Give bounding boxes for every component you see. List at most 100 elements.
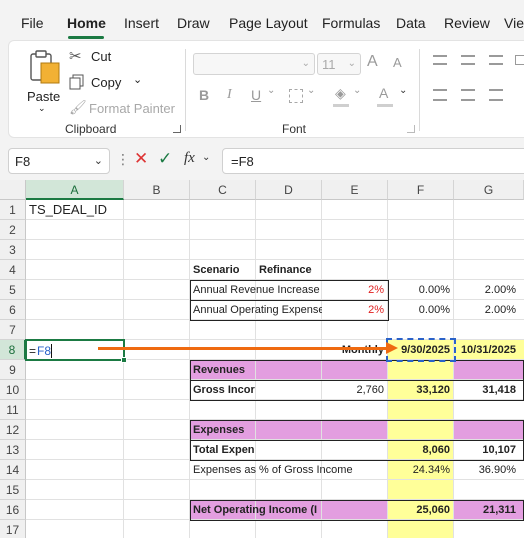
cancel-icon[interactable]: ✕ <box>134 149 148 169</box>
align-left-icon[interactable] <box>433 89 447 101</box>
row-header-10[interactable]: 10 <box>0 380 26 400</box>
cut-button[interactable]: ✂ Cut <box>69 47 159 67</box>
grow-font-icon[interactable]: A <box>367 53 378 71</box>
font-color-icon[interactable]: A <box>379 85 388 101</box>
cell-e5[interactable]: 2% <box>322 280 388 300</box>
cell-e6[interactable]: 2% <box>322 300 388 320</box>
row-header-4[interactable]: 4 <box>0 260 26 280</box>
expand-dropdown-icon[interactable]: ⌄ <box>202 152 210 163</box>
row-header-1[interactable]: 1 <box>0 200 26 220</box>
tab-insert[interactable]: Insert <box>124 15 159 31</box>
tab-page-layout[interactable]: Page Layout <box>229 15 308 31</box>
tab-formulas[interactable]: Formulas <box>322 15 380 31</box>
row-header-14[interactable]: 14 <box>0 460 26 480</box>
column-header-d[interactable]: D <box>256 180 322 200</box>
select-all-corner[interactable] <box>0 180 26 200</box>
cell-f16[interactable]: 25,060 <box>388 500 454 520</box>
align-center-icon[interactable] <box>461 89 475 101</box>
column-header-c[interactable]: C <box>190 180 256 200</box>
underline-button[interactable]: U <box>251 87 261 103</box>
row-header-17[interactable]: 17 <box>0 520 26 538</box>
cell-c6[interactable]: Annual Operating Expense <box>190 300 322 320</box>
insert-function-icon[interactable]: fx <box>184 150 195 167</box>
formula-input[interactable]: =F8 <box>222 148 524 174</box>
row-header-7[interactable]: 7 <box>0 320 26 340</box>
row-header-13[interactable]: 13 <box>0 440 26 460</box>
cell-c5[interactable]: Annual Revenue Increase <box>190 280 322 300</box>
cell-f13[interactable]: 8,060 <box>388 440 454 460</box>
bold-button[interactable]: B <box>199 87 209 103</box>
align-middle-icon[interactable] <box>461 55 475 65</box>
tab-data[interactable]: Data <box>396 15 426 31</box>
row-header-9[interactable]: 9 <box>0 360 26 380</box>
font-name-combo[interactable]: ⌄ <box>193 53 315 75</box>
copy-button[interactable]: Copy ⌄ <box>69 73 159 93</box>
font-launcher-icon[interactable] <box>407 125 415 133</box>
font-color-dropdown-icon[interactable]: ⌄ <box>399 85 407 96</box>
shrink-font-icon[interactable]: A <box>393 55 402 70</box>
column-header-f[interactable]: F <box>388 180 454 200</box>
cell-g13[interactable]: 10,107 <box>454 440 520 460</box>
tab-review[interactable]: Review <box>444 15 490 31</box>
tab-home[interactable]: Home <box>67 15 106 31</box>
cell-f6[interactable]: 0.00% <box>388 300 454 320</box>
cell-a1[interactable]: TS_DEAL_ID <box>26 200 186 220</box>
row-header-3[interactable]: 3 <box>0 240 26 260</box>
cell-g10[interactable]: 31,418 <box>454 380 520 400</box>
italic-button[interactable]: I <box>227 87 232 103</box>
active-cell-a8[interactable]: = F8 <box>25 339 125 361</box>
cell-c12[interactable]: Expenses <box>190 420 322 440</box>
fill-color-dropdown-icon[interactable]: ⌄ <box>353 85 361 96</box>
fill-handle[interactable] <box>121 357 127 363</box>
row-header-11[interactable]: 11 <box>0 400 26 420</box>
font-size-combo[interactable]: 11 ⌄ <box>317 53 361 75</box>
cell-e8[interactable]: Monthly <box>300 340 388 360</box>
cell-g8[interactable]: 10/31/2025 <box>454 340 520 360</box>
cell-g16[interactable]: 21,311 <box>454 500 520 520</box>
cell-f14[interactable]: 24.34% <box>388 460 454 480</box>
tab-file[interactable]: File <box>21 15 44 31</box>
column-header-g[interactable]: G <box>454 180 524 200</box>
cell-c10[interactable]: Gross Incor <box>190 380 256 400</box>
clipboard-launcher-icon[interactable] <box>173 125 181 133</box>
row-header-12[interactable]: 12 <box>0 420 26 440</box>
name-box[interactable]: F8 ⌄ <box>8 148 110 174</box>
cell-c9[interactable]: Revenues <box>190 360 322 380</box>
column-header-b[interactable]: B <box>124 180 190 200</box>
cell-g14[interactable]: 36.90% <box>454 460 520 480</box>
row-header-2[interactable]: 2 <box>0 220 26 240</box>
borders-button[interactable] <box>289 89 303 103</box>
row-header-16[interactable]: 16 <box>0 500 26 520</box>
tab-draw[interactable]: Draw <box>177 15 210 31</box>
cell-c14[interactable]: Expenses as % of Gross Income <box>190 460 388 480</box>
cell-e10[interactable]: 2,760 <box>322 380 388 400</box>
cell-d4[interactable]: Refinance <box>256 260 322 280</box>
cell-g6[interactable]: 2.00% <box>454 300 520 320</box>
cell-f5[interactable]: 0.00% <box>388 280 454 300</box>
cell-c13[interactable]: Total Expen <box>190 440 256 460</box>
align-right-icon[interactable] <box>489 89 503 101</box>
paste-dropdown-icon[interactable]: ⌄ <box>38 103 46 114</box>
row-header-8[interactable]: 8 <box>0 340 26 360</box>
column-header-e[interactable]: E <box>322 180 388 200</box>
align-bottom-icon[interactable] <box>489 55 503 65</box>
more-options-icon[interactable]: ⋮ <box>116 151 130 168</box>
paste-button[interactable]: Paste ⌄ <box>21 47 65 114</box>
cell-f10[interactable]: 33,120 <box>388 380 454 400</box>
underline-dropdown-icon[interactable]: ⌄ <box>267 85 275 96</box>
borders-dropdown-icon[interactable]: ⌄ <box>307 85 315 96</box>
row-header-15[interactable]: 15 <box>0 480 26 500</box>
row-header-5[interactable]: 5 <box>0 280 26 300</box>
format-painter-button[interactable]: 🖌 Format Painter <box>69 99 179 119</box>
align-top-icon[interactable] <box>433 55 447 65</box>
cell-c4[interactable]: Scenario <box>190 260 256 280</box>
cell-c16[interactable]: Net Operating Income (I <box>190 500 322 520</box>
column-header-a[interactable]: A <box>26 180 124 200</box>
copy-dropdown-icon[interactable]: ⌄ <box>133 73 142 86</box>
enter-icon[interactable]: ✓ <box>158 149 172 169</box>
fill-color-icon[interactable]: ◈ <box>335 85 346 102</box>
tab-view[interactable]: View <box>504 15 524 31</box>
wrap-text-icon[interactable] <box>515 55 524 65</box>
row-header-6[interactable]: 6 <box>0 300 26 320</box>
cell-g5[interactable]: 2.00% <box>454 280 520 300</box>
